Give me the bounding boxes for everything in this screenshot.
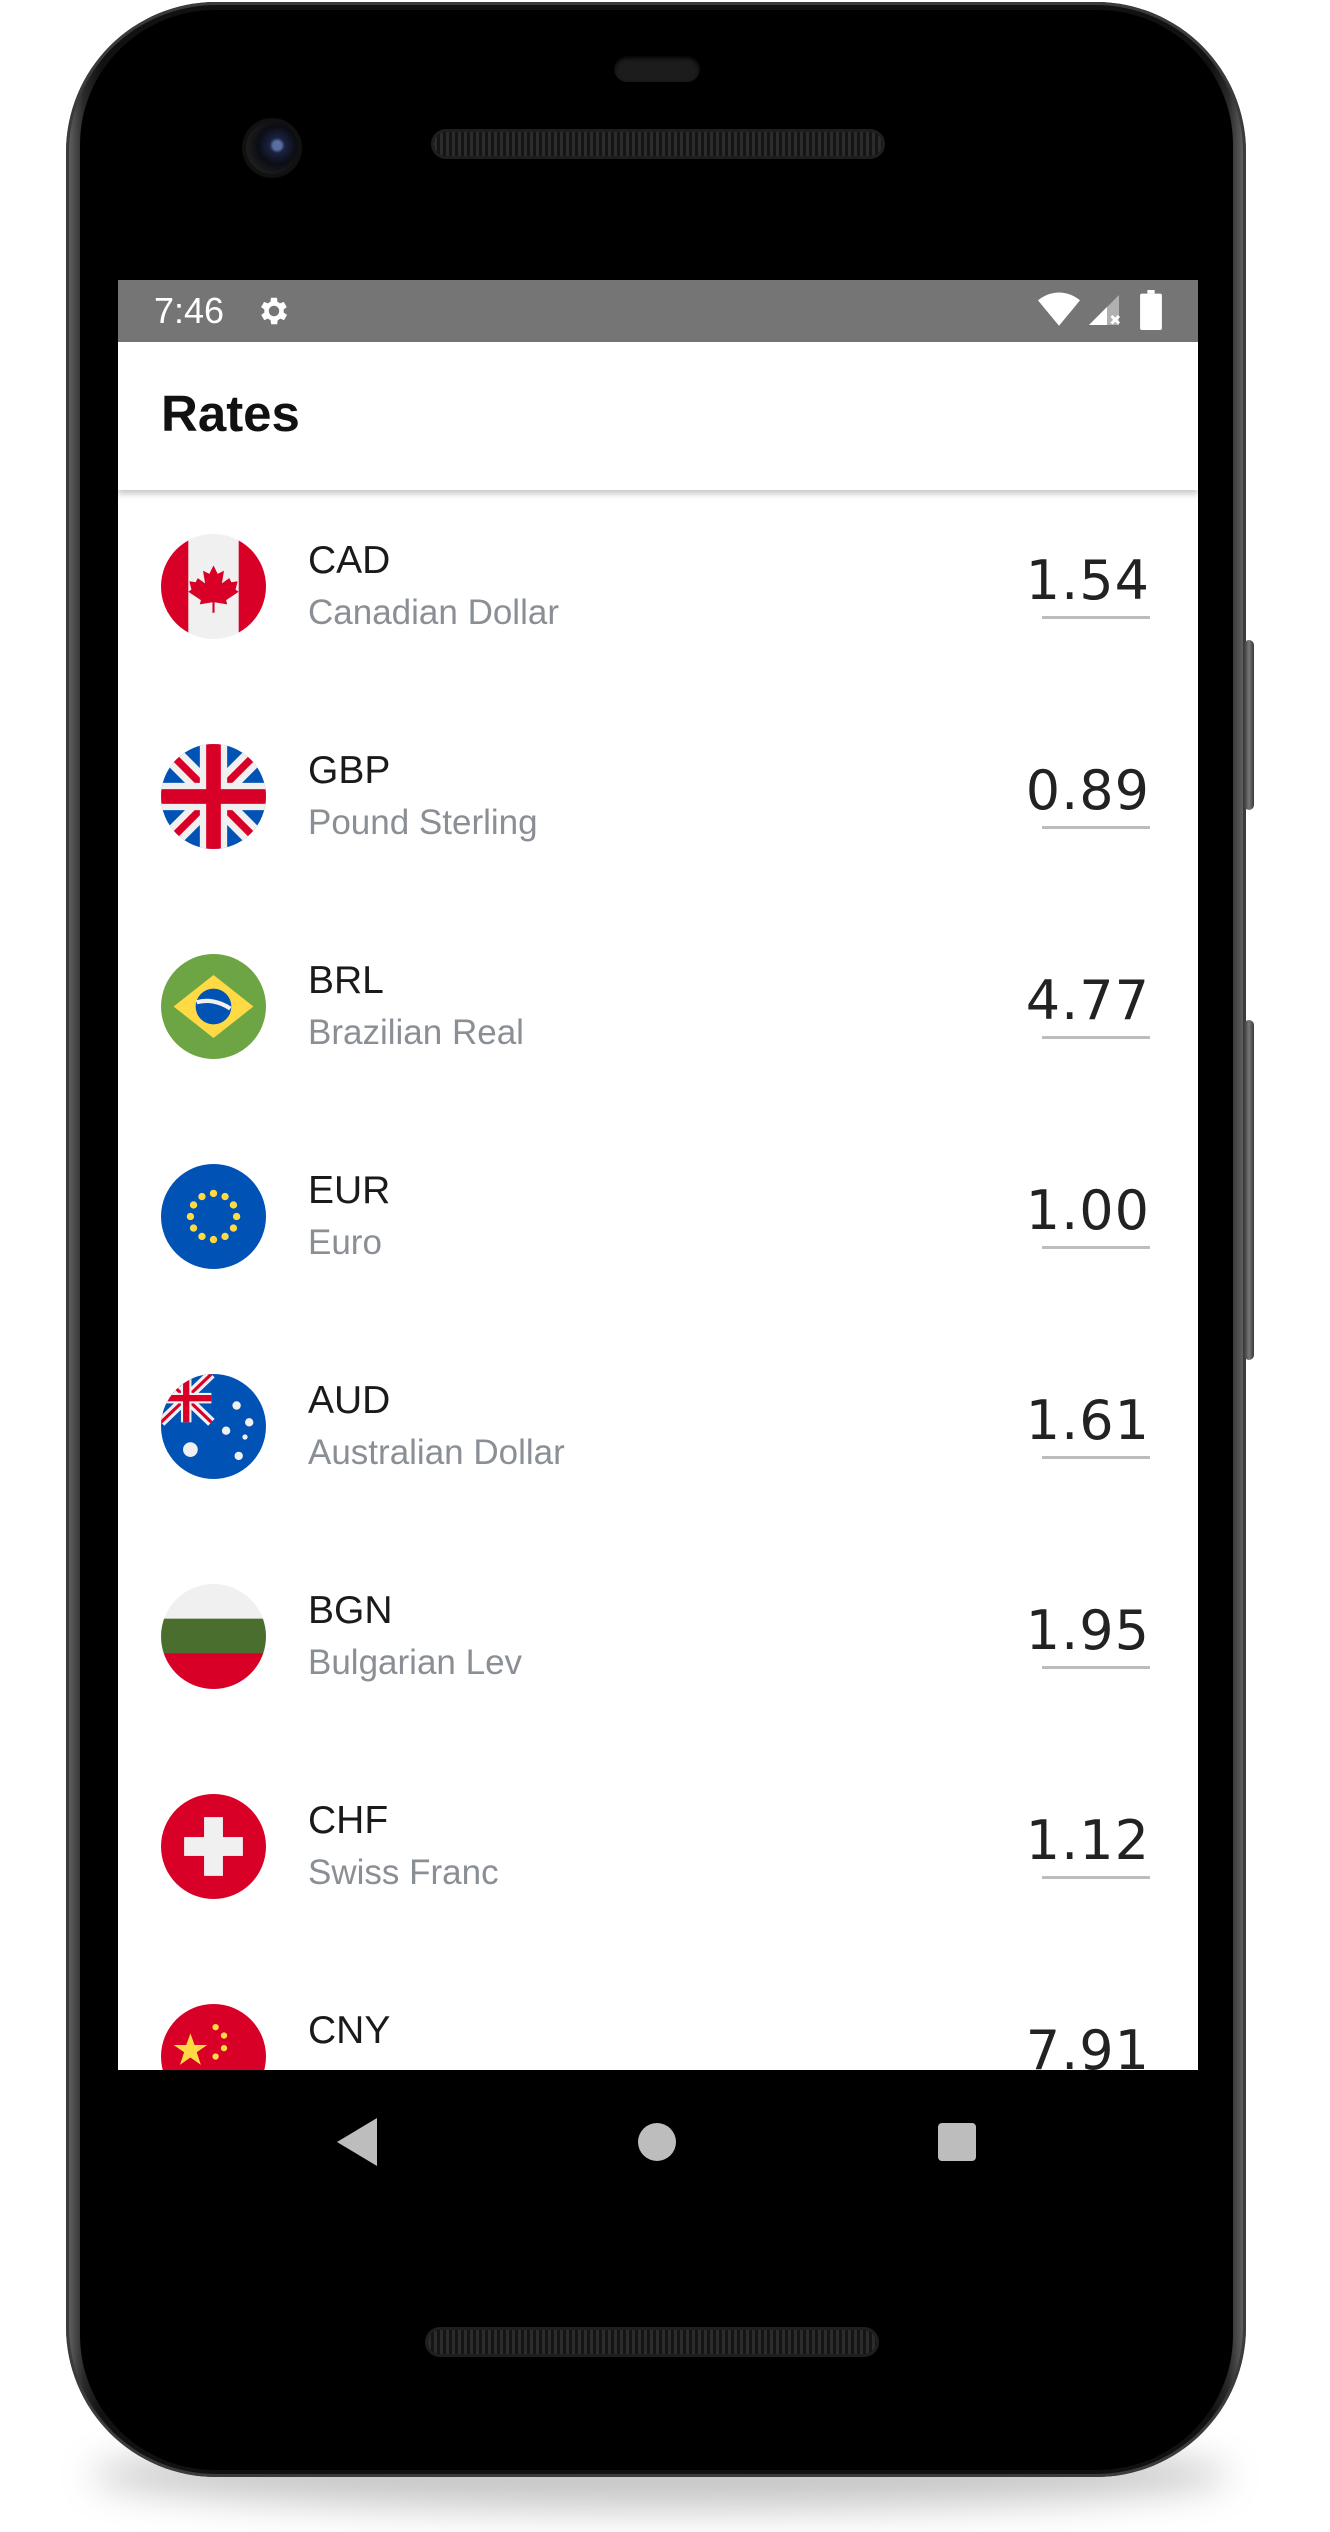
currency-code: CHF [308, 1799, 389, 1842]
list-item[interactable]: CNY 7.91 [118, 1960, 1198, 2070]
rate-value: 1.54 [1025, 549, 1150, 612]
page-title: Rates [161, 385, 300, 442]
battery-icon [1140, 290, 1162, 330]
volume-button [1244, 1020, 1254, 1360]
uk-flag-icon [161, 744, 266, 849]
rate-value: 1.61 [1025, 1389, 1150, 1452]
currency-code: CAD [308, 539, 391, 582]
rate-input[interactable]: 1.54 [1026, 550, 1150, 619]
rate-value: 0.89 [1025, 759, 1150, 822]
switzerland-flag-icon [161, 1794, 266, 1899]
brazil-flag-icon [161, 954, 266, 1059]
currency-name: Brazilian Real [308, 1013, 524, 1052]
list-item[interactable]: EUR Euro 1.00 [118, 1120, 1198, 1330]
currency-code: BRL [308, 959, 384, 1002]
eu-flag-icon [161, 1164, 266, 1269]
proximity-sensor [614, 56, 700, 82]
navigation-bar [118, 2070, 1198, 2220]
recents-icon[interactable] [938, 2123, 976, 2161]
currency-code: BGN [308, 1589, 393, 1632]
home-icon[interactable] [638, 2123, 676, 2161]
currency-code: CNY [308, 2009, 391, 2052]
wifi-icon [1038, 292, 1080, 326]
status-bar: 7:46 [118, 280, 1198, 342]
canada-flag-icon [161, 534, 266, 639]
currency-code: GBP [308, 749, 391, 792]
power-button [1244, 640, 1254, 810]
currency-name: Euro [308, 1223, 382, 1262]
list-item[interactable]: GBP Pound Sterling 0.89 [118, 700, 1198, 910]
back-icon[interactable] [336, 2118, 378, 2166]
rate-value: 1.95 [1025, 1599, 1150, 1662]
top-speaker [434, 132, 882, 156]
currency-name: Swiss Franc [308, 1853, 499, 1892]
list-item[interactable]: AUD Australian Dollar 1.61 [118, 1330, 1198, 1540]
rate-input[interactable]: 1.00 [1026, 1180, 1150, 1249]
currency-name: Canadian Dollar [308, 593, 559, 632]
rate-input[interactable]: 0.89 [1026, 760, 1150, 829]
front-camera [246, 122, 298, 174]
currency-name: Bulgarian Lev [308, 1643, 523, 1682]
app-bar: Rates [118, 342, 1198, 490]
rate-value: 4.77 [1025, 969, 1150, 1032]
bottom-speaker [428, 2330, 876, 2354]
rate-input[interactable]: 4.77 [1026, 970, 1150, 1039]
rate-input[interactable]: 1.95 [1026, 1600, 1150, 1669]
signal-icon [1089, 295, 1121, 325]
status-time: 7:46 [154, 290, 225, 331]
rate-input[interactable]: 7.91 [1026, 2020, 1150, 2071]
rate-value: 1.12 [1025, 1809, 1150, 1872]
list-item[interactable]: BRL Brazilian Real 4.77 [118, 910, 1198, 1120]
currency-code: EUR [308, 1169, 391, 1212]
rate-value: 7.91 [1025, 2019, 1150, 2071]
currency-code: AUD [308, 1379, 391, 1422]
list-item[interactable]: CHF Swiss Franc 1.12 [118, 1750, 1198, 1960]
gear-icon [261, 297, 288, 325]
currency-name: Pound Sterling [308, 803, 538, 842]
bulgaria-flag-icon [161, 1584, 266, 1689]
rate-value: 1.00 [1025, 1179, 1150, 1242]
rate-input[interactable]: 1.61 [1026, 1390, 1150, 1459]
list-item[interactable]: CAD Canadian Dollar 1.54 [118, 490, 1198, 700]
rate-input[interactable]: 1.12 [1026, 1810, 1150, 1879]
currency-name: Australian Dollar [308, 1433, 565, 1472]
australia-flag-icon [161, 1374, 266, 1479]
china-flag-icon [161, 2004, 266, 2070]
list-item[interactable]: BGN Bulgarian Lev 1.95 [118, 1540, 1198, 1750]
screen: 7:46 Rates CAD Canadian Dollar 1.54 GBP … [118, 280, 1198, 2070]
